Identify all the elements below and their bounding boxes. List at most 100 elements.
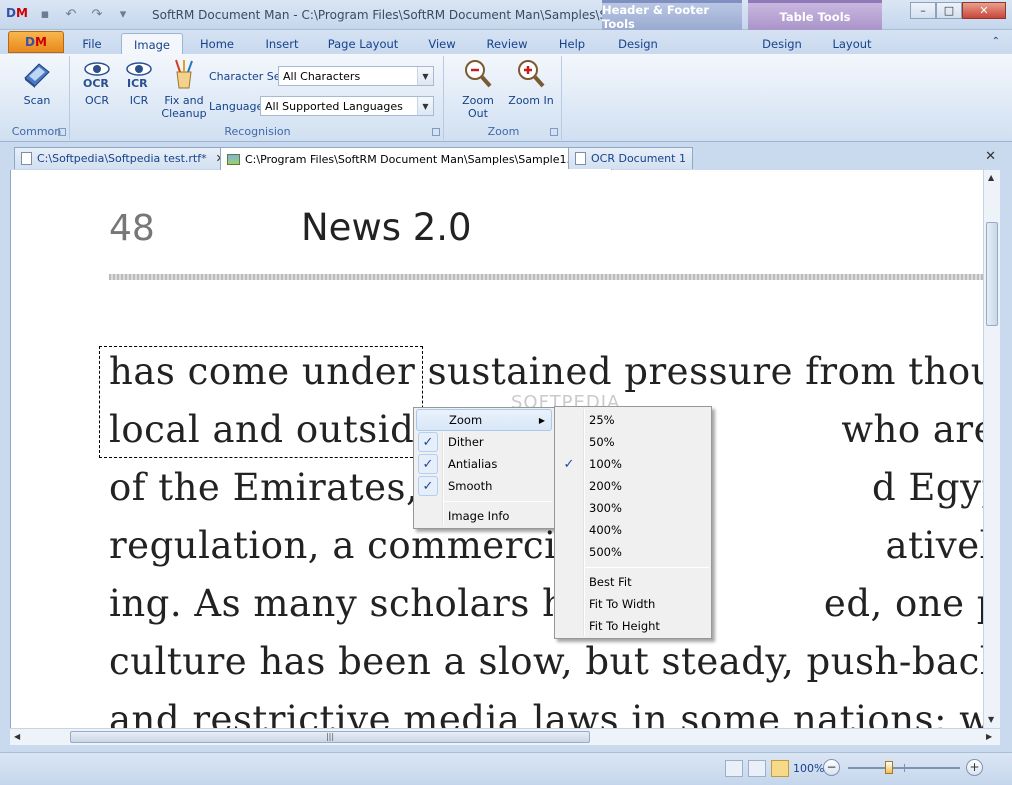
doc-tab-label: C:\Softpedia\Softpedia test.rtf* (37, 152, 207, 165)
image-icon (227, 153, 240, 165)
tab-help[interactable]: Help (554, 33, 590, 54)
zoom-option-500[interactable]: 500% (557, 541, 709, 563)
tab-review[interactable]: Review (482, 33, 532, 54)
tab-insert[interactable]: Insert (260, 33, 304, 54)
scroll-up-icon[interactable]: ▲ (988, 173, 994, 182)
zoom-out-icon (462, 58, 494, 90)
tab-home[interactable]: Home (195, 33, 239, 54)
close-document-icon[interactable]: ✕ (985, 149, 996, 164)
common-launcher-icon[interactable] (58, 128, 66, 136)
tab-layout-table[interactable]: Layout (826, 33, 878, 54)
close-window-button[interactable]: ✕ (962, 2, 1006, 19)
scroll-right-icon[interactable]: ▶ (986, 732, 992, 741)
chevron-down-icon[interactable]: ▼ (417, 67, 433, 85)
tab-page-layout[interactable]: Page Layout (326, 33, 400, 54)
zoom-option-400[interactable]: 400% (557, 519, 709, 541)
menu-item-smooth[interactable]: ✓ Smooth (416, 475, 552, 497)
tab-file[interactable]: File (72, 33, 112, 54)
selection-rectangle[interactable] (99, 346, 423, 458)
doc-tab-softpedia-rtf[interactable]: C:\Softpedia\Softpedia test.rtf* ✕ (14, 147, 232, 169)
undo-icon[interactable]: ↶ (62, 5, 80, 23)
menu-item-label: Image Info (448, 509, 510, 523)
submenu-arrow-icon: ▶ (538, 415, 545, 425)
menu-item-antialias[interactable]: ✓ Antialias (416, 453, 552, 475)
zoom-option-fit-width[interactable]: Fit To Width (557, 593, 709, 615)
ocr-eye-icon: OCR (81, 58, 113, 90)
chevron-down-icon[interactable]: ▼ (417, 97, 433, 115)
ocr-button[interactable]: OCR OCR (78, 58, 116, 107)
menu-item-zoom[interactable]: Zoom ▶ (416, 409, 552, 431)
scroll-left-icon[interactable]: ◀ (14, 732, 20, 741)
zoom-out-small-icon[interactable]: − (823, 759, 840, 776)
tab-image[interactable]: Image (121, 33, 183, 55)
horizontal-scroll-thumb[interactable]: ||| (70, 731, 590, 743)
checkmark-icon: ✓ (418, 432, 438, 452)
recognition-launcher-icon[interactable] (432, 128, 440, 136)
icr-button[interactable]: ICR ICR (120, 58, 158, 107)
character-set-select[interactable]: All Characters ▼ (278, 66, 434, 86)
zoom-slider[interactable] (848, 761, 960, 774)
scan-button[interactable]: Scan (12, 58, 62, 107)
image-view-icon[interactable] (771, 760, 789, 777)
zoom-option-best-fit[interactable]: Best Fit (557, 571, 709, 593)
scroll-down-icon[interactable]: ▼ (988, 715, 994, 724)
doc-tab-sample1-jpg[interactable]: C:\Program Files\SoftRM Document Man\Sam… (220, 147, 613, 170)
zoom-percentage: 100% (793, 762, 825, 775)
redo-icon[interactable]: ↷ (88, 5, 106, 23)
group-recognition-label: Recognision (224, 125, 291, 138)
group-common: Scan Common (4, 56, 70, 140)
menu-item-dither[interactable]: ✓ Dither (416, 431, 552, 453)
menu-item-label: 200% (589, 479, 622, 493)
menu-separator (585, 567, 709, 568)
tab-design-header-footer[interactable]: Design (612, 33, 664, 54)
maximize-button[interactable]: □ (936, 2, 962, 19)
menu-item-label: Fit To Width (589, 597, 656, 611)
vertical-scrollbar[interactable]: ▲ ▼ (983, 170, 1000, 728)
horizontal-scrollbar[interactable]: ◀ ||| ▶ (10, 728, 1000, 745)
zoom-out-label: Zoom Out (462, 94, 494, 120)
page-number: 48 (109, 208, 155, 249)
minimize-button[interactable]: – (910, 2, 936, 19)
zoom-option-50[interactable]: 50% (557, 431, 709, 453)
document-tabs: C:\Softpedia\Softpedia test.rtf* ✕ C:\Pr… (0, 144, 1012, 170)
image-context-menu: Zoom ▶ ✓ Dither ✓ Antialias ✓ Smooth Ima… (413, 407, 555, 529)
print-layout-view-icon[interactable] (725, 760, 743, 777)
menu-item-label: 50% (589, 435, 615, 449)
zoom-option-100[interactable]: ✓ 100% (557, 453, 709, 475)
fix-label-line1: Fix and (164, 94, 204, 107)
zoom-launcher-icon[interactable] (550, 128, 558, 136)
document-icon (21, 152, 32, 165)
svg-text:ICR: ICR (127, 77, 148, 90)
table-tools-label: Table Tools (748, 0, 882, 30)
zoom-in-small-icon[interactable]: + (966, 759, 983, 776)
fix-cleanup-button[interactable]: Fix and Cleanup (160, 58, 208, 120)
language-label: Language (209, 100, 264, 113)
svg-text:OCR: OCR (83, 77, 109, 90)
zoom-option-200[interactable]: 200% (557, 475, 709, 497)
menu-item-label: Smooth (448, 479, 493, 493)
menu-separator (444, 501, 552, 502)
zoom-in-button[interactable]: Zoom In (506, 58, 556, 107)
menu-item-image-info[interactable]: Image Info (416, 505, 552, 527)
tab-view[interactable]: View (422, 33, 462, 54)
ribbon-minimize-icon[interactable]: ⌃ (992, 36, 1000, 47)
zoom-option-25[interactable]: 25% (557, 409, 709, 431)
icr-eye-icon: ICR (123, 58, 155, 90)
group-zoom-label: Zoom (487, 125, 520, 138)
zoom-option-fit-height[interactable]: Fit To Height (557, 615, 709, 637)
page-heading: News 2.0 (301, 206, 472, 249)
zoom-out-button[interactable]: Zoom Out (452, 58, 504, 120)
vertical-scroll-thumb[interactable] (986, 222, 998, 326)
window-controls: – □ ✕ (910, 2, 1006, 19)
doc-tab-ocr-document[interactable]: OCR Document 1 (568, 147, 693, 169)
zoom-slider-knob[interactable] (885, 761, 893, 774)
document-icon (575, 152, 586, 165)
zoom-option-300[interactable]: 300% (557, 497, 709, 519)
language-select[interactable]: All Supported Languages ▼ (260, 96, 434, 116)
save-icon[interactable]: ▪ (36, 5, 54, 23)
web-layout-view-icon[interactable] (748, 760, 766, 777)
application-menu-button[interactable]: DM (8, 31, 64, 53)
tab-design-table[interactable]: Design (756, 33, 808, 54)
customize-qat-icon[interactable]: ▾ (114, 5, 132, 23)
scanner-icon (21, 58, 53, 90)
